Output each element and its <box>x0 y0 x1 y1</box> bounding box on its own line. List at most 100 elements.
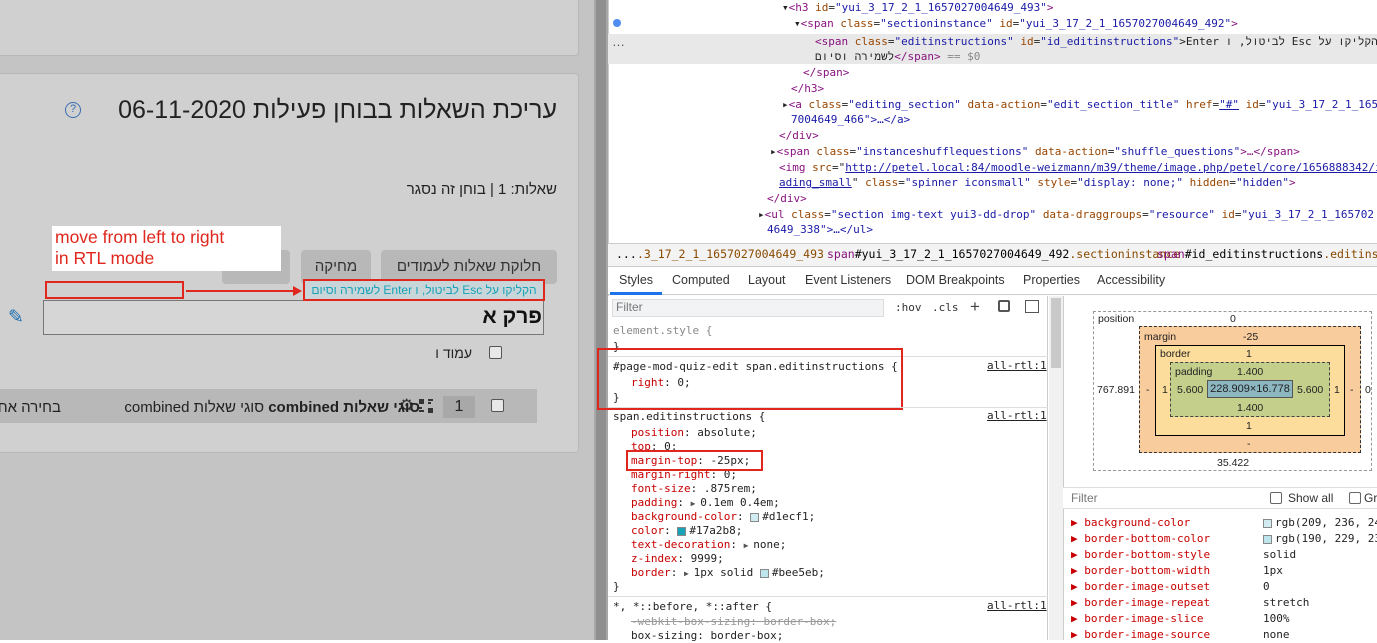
rule2-property[interactable]: position: absolute; <box>631 425 757 440</box>
dom-attr: id <box>1221 208 1235 221</box>
breadcrumb-item[interactable]: span#yui_3_17_2_1_1657027004649_492.sect… <box>827 247 1180 261</box>
rule2-property[interactable]: padding: ▶ 0.1em 0.4em; <box>631 495 780 510</box>
expand-icon[interactable]: ▶ <box>744 541 754 550</box>
dom-line-selected[interactable]: <span class="editinstructions" id="id_ed… <box>815 34 1377 49</box>
box-model-margin-right[interactable]: - <box>1350 384 1354 396</box>
rule2-property[interactable]: text-decoration: ▶ none; <box>631 537 786 552</box>
paint-icon[interactable] <box>998 300 1010 312</box>
box-model-padding-top[interactable]: 1.400 <box>1237 366 1263 378</box>
dom-line[interactable]: </div> <box>767 191 807 206</box>
computed-property-name[interactable]: ▶ border-image-slice <box>1071 612 1203 625</box>
box-model-position-bottom[interactable]: 35.422 <box>1217 457 1249 469</box>
dom-link[interactable]: http://petel.local:84/moodle-weizmann/m3… <box>845 161 1377 174</box>
tab-properties[interactable]: Properties <box>1023 273 1080 287</box>
tab-event-listeners[interactable]: Event Listeners <box>805 273 891 287</box>
tab-dom-breakpoints[interactable]: DOM Breakpoints <box>906 273 1005 287</box>
computed-property-name[interactable]: ▶ border-bottom-style <box>1071 548 1210 561</box>
computed-property-name[interactable]: ▶ border-image-outset <box>1071 580 1210 593</box>
breadcrumb-ellipsis[interactable]: ... <box>616 247 637 261</box>
rule3-property-overridden[interactable]: -webkit-box-sizing: border-box; <box>631 614 836 629</box>
pencil-icon[interactable]: ✎ <box>8 306 24 329</box>
tab-computed[interactable]: Computed <box>672 273 730 287</box>
breadcrumb-class: .editinstructions <box>1323 247 1377 261</box>
styles-filter-input[interactable] <box>612 299 884 317</box>
color-swatch-icon[interactable] <box>750 512 760 522</box>
box-model-border-top[interactable]: 1 <box>1246 348 1252 360</box>
dom-line[interactable]: ▸<ul class="section img-text yui3-dd-dro… <box>758 207 1374 222</box>
rule2-property[interactable]: border: ▶ 1px solid #bee5eb; <box>631 565 825 580</box>
help-icon[interactable]: ? <box>65 102 81 118</box>
dom-line[interactable]: <img src="http://petel.local:84/moodle-w… <box>779 160 1377 175</box>
box-model-margin-top[interactable]: -25 <box>1243 331 1258 343</box>
dom-tag: <ul <box>764 208 792 221</box>
box-model-padding-right[interactable]: 5.600 <box>1297 384 1323 396</box>
element-style-selector[interactable]: element.style { <box>613 323 712 338</box>
box-model-border-bottom[interactable]: 1 <box>1246 420 1252 432</box>
computed-property-name[interactable]: ▶ border-image-repeat <box>1071 596 1210 609</box>
computed-filter-input[interactable]: Filter <box>1071 491 1098 505</box>
dom-line[interactable]: ading_small" class="spinner iconsmall" s… <box>779 175 1296 190</box>
computed-property-name[interactable]: ▶ border-bottom-color <box>1071 532 1210 545</box>
group-checkbox[interactable] <box>1349 492 1361 504</box>
rule2-property[interactable]: font-size: .875rem; <box>631 481 757 496</box>
box-model-position-left[interactable]: 767.891 <box>1097 384 1135 396</box>
dom-line[interactable]: לשמירה וסיום</span> == $0 <box>815 49 980 64</box>
dom-line[interactable]: ▸<a class="editing_section" data-action=… <box>782 97 1377 112</box>
rule2-property[interactable]: color: #17a2b8; <box>631 523 742 538</box>
dom-line[interactable]: ▸<span class="instanceshufflequestions" … <box>770 144 1300 159</box>
dom-line[interactable]: </span> <box>803 65 849 80</box>
rule3-source-link[interactable]: all-rtl:1 <box>987 599 1047 612</box>
box-model-margin-bottom[interactable]: - <box>1247 438 1251 450</box>
styles-scrollbar-thumb[interactable] <box>1051 298 1061 368</box>
rule2-property[interactable]: background-color: #d1ecf1; <box>631 509 815 524</box>
rule3-property[interactable]: box-sizing: border-box; <box>631 628 783 643</box>
computed-property-name[interactable]: ▶ background-color <box>1071 516 1190 529</box>
rule2-selector[interactable]: span.editinstructions { <box>613 409 765 424</box>
question-description: בחירה אחת <box>0 399 61 416</box>
dom-link[interactable]: ading_small <box>779 176 852 189</box>
color-swatch-icon[interactable] <box>677 526 687 536</box>
box-model-content[interactable]: 228.909×16.778 <box>1207 380 1293 398</box>
expand-icon[interactable]: ▶ <box>684 569 694 578</box>
dom-line[interactable]: ▾<h3 id="yui_3_17_2_1_1657027004649_493"… <box>782 0 1054 15</box>
dom-link[interactable]: "#" <box>1219 98 1239 111</box>
dom-line[interactable]: </div> <box>779 128 819 143</box>
cls-button[interactable]: .cls <box>932 301 959 314</box>
box-model-position-top[interactable]: 0 <box>1230 313 1236 325</box>
computed-property-name[interactable]: ▶ border-bottom-width <box>1071 564 1210 577</box>
computed-property-name[interactable]: ▶ border-image-source <box>1071 628 1210 641</box>
question-title[interactable]: סוגי שאלות combined סוגי שאלות combined <box>124 399 420 416</box>
tab-layout[interactable]: Layout <box>748 273 786 287</box>
annotation-new-position <box>303 279 545 301</box>
dom-line[interactable]: 4649_338">…</ul> <box>767 222 873 237</box>
tab-styles[interactable]: Styles <box>619 273 653 287</box>
question-checkbox[interactable] <box>491 399 504 412</box>
box-model-border-right[interactable]: 1 <box>1334 384 1340 396</box>
rule2-property[interactable]: z-index: 9999; <box>631 551 724 566</box>
box-model-padding-bottom[interactable]: 1.400 <box>1237 402 1263 414</box>
dom-ellipsis-icon[interactable]: … <box>612 34 625 49</box>
rule3-selector[interactable]: *, *::before, *::after { <box>613 599 772 614</box>
breadcrumb-item[interactable]: .3_17_2_1_1657027004649_493 <box>637 247 824 261</box>
page-scrollbar-thumb[interactable] <box>596 0 606 640</box>
breadcrumb-item-selected[interactable]: span#id_editinstructions.editinstruction… <box>1157 247 1377 261</box>
box-model-margin-label: margin <box>1144 331 1177 343</box>
expand-icon[interactable]: ▶ <box>691 499 701 508</box>
toggle-sidebar-icon[interactable] <box>1025 300 1039 313</box>
hov-button[interactable]: :hov <box>895 301 922 314</box>
dom-line[interactable]: ▾<span class="sectioninstance" id="yui_3… <box>794 16 1238 31</box>
rule2-source-link[interactable]: all-rtl:1 <box>987 409 1047 422</box>
rule1-source-link[interactable]: all-rtl:1 <box>987 359 1047 372</box>
dom-line[interactable]: </h3> <box>791 81 824 96</box>
page-checkbox[interactable] <box>489 346 502 359</box>
section-name-input[interactable] <box>43 300 544 335</box>
box-model-padding-left[interactable]: 5.600 <box>1177 384 1203 396</box>
box-model-position-right[interactable]: 0 <box>1365 384 1371 396</box>
box-model-margin-left[interactable]: - <box>1146 384 1150 396</box>
box-model-border-left[interactable]: 1 <box>1162 384 1168 396</box>
add-rule-icon[interactable]: + <box>970 297 980 317</box>
show-all-checkbox[interactable] <box>1270 492 1282 504</box>
tab-accessibility[interactable]: Accessibility <box>1097 273 1165 287</box>
dom-line[interactable]: 7004649_466">…</a> <box>791 112 910 127</box>
color-swatch-icon[interactable] <box>759 568 769 578</box>
